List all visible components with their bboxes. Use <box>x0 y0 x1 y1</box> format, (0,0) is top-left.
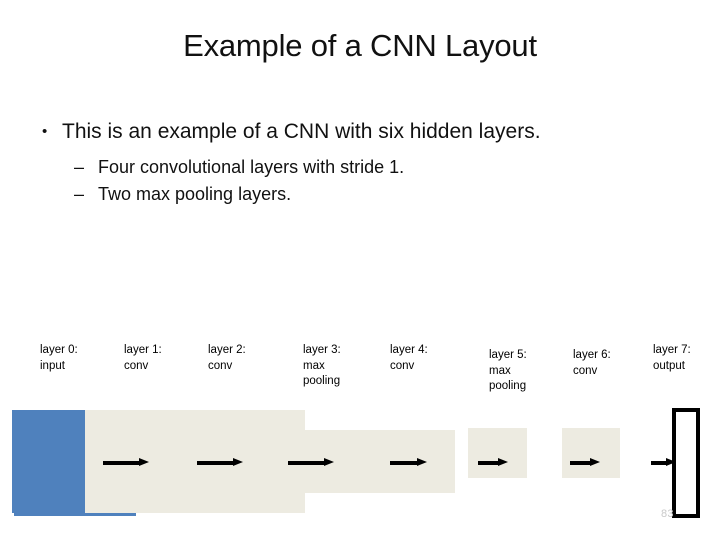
arrow-icon-0-to-1 <box>103 458 149 467</box>
arrow-icon-4-to-5 <box>478 458 508 467</box>
arrow-icon-1-to-2 <box>197 458 243 467</box>
bullet-level1-text: This is an example of a CNN with six hid… <box>62 120 541 143</box>
page-number: 83 <box>661 508 674 520</box>
output-bar <box>672 408 700 518</box>
layer-label-5: layer 5: max pooling <box>489 349 527 392</box>
bullet-marker-icon: • <box>42 123 48 140</box>
bullet-level2-2: – Two max pooling layers. <box>36 182 696 207</box>
layer-label-0: layer 0: input <box>40 344 78 372</box>
slide: Example of a CNN Layout • This is an exa… <box>0 0 720 540</box>
cnn-architecture-diagram: layer 0: input layer 1: conv layer 2: co… <box>0 330 720 540</box>
bullet-level1: • This is an example of a CNN with six h… <box>36 118 696 146</box>
input-block <box>12 410 85 513</box>
dash-marker-icon: – <box>74 157 85 177</box>
slide-body: • This is an example of a CNN with six h… <box>36 118 696 207</box>
feature-block-conv-6 <box>562 428 620 478</box>
layer-label-4: layer 4: conv <box>390 344 428 372</box>
layer-label-2: layer 2: conv <box>208 344 246 372</box>
bullet-level2-2-text: Two max pooling layers. <box>98 184 292 204</box>
dash-marker-icon: – <box>74 184 85 204</box>
arrow-icon-5-to-6 <box>570 458 600 467</box>
arrow-icon-2-to-3 <box>288 458 334 467</box>
feature-block-pool-5 <box>468 428 527 478</box>
arrow-icon-3-to-4 <box>390 458 427 467</box>
bullet-level2-1-text: Four convolutional layers with stride 1. <box>98 157 405 177</box>
page-title: Example of a CNN Layout <box>183 28 537 63</box>
layer-label-7: layer 7: output <box>653 344 691 372</box>
layer-label-1: layer 1: conv <box>124 344 162 372</box>
arrow-icon-6-to-7 <box>651 458 676 467</box>
layer-label-6: layer 6: conv <box>573 349 611 377</box>
layer-label-3: layer 3: max pooling <box>303 344 341 387</box>
bullet-level2-1: – Four convolutional layers with stride … <box>36 155 696 180</box>
